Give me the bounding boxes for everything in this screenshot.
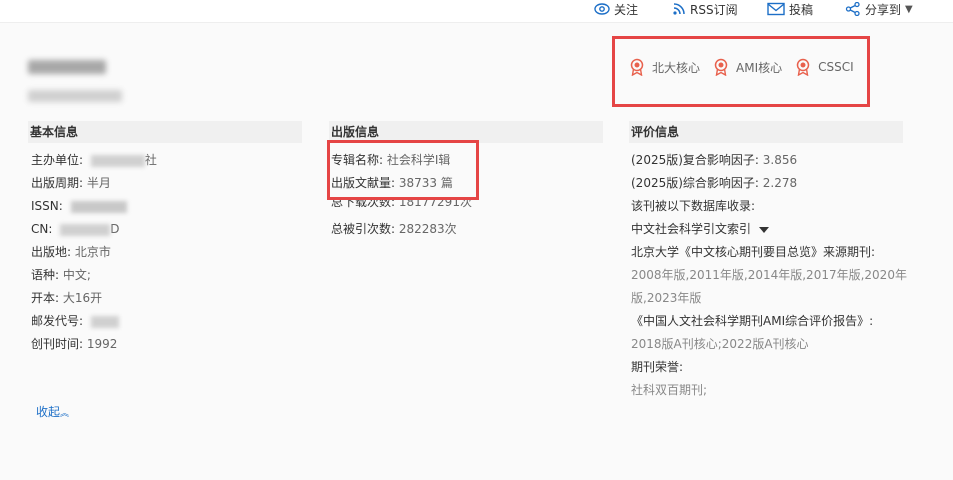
row-period: 出版周期: 半月 <box>31 176 111 190</box>
ami-report-label: 《中国人文社会科学期刊AMI综合评价报告》: <box>631 314 874 328</box>
section-basic-info: 基本信息 <box>28 121 302 143</box>
cn-redacted <box>60 223 111 236</box>
rss-label: RSS订阅 <box>690 2 738 17</box>
row-format: 开本: 大16开 <box>31 291 103 305</box>
row-place: 出版地: 北京市 <box>31 245 111 259</box>
rss-icon <box>673 3 685 15</box>
cssci-dropdown[interactable]: 中文社会科学引文索引 <box>631 220 769 238</box>
pku-years-line2: 版,2023年版 <box>631 291 702 305</box>
postal-redacted <box>90 315 119 328</box>
honors-label: 期刊荣誉: <box>631 360 684 374</box>
double-chevron-up-icon: ︽ <box>60 409 70 419</box>
pku-core-label: 北京大学《中文核心期刊要目总览》来源期刊: <box>631 245 876 259</box>
share-label: 分享到 <box>865 2 902 17</box>
mail-icon <box>767 2 785 16</box>
row-cn: CN: D <box>31 222 120 236</box>
journal-title-redacted <box>28 60 106 74</box>
caret-down-icon <box>758 226 769 233</box>
ami-years: 2018版A刊核心;2022版A刊核心 <box>631 337 809 351</box>
row-issn: ISSN: <box>31 197 127 215</box>
row-composite-if: (2025版)复合影响因子: 3.856 <box>631 153 798 167</box>
journal-subtitle-redacted <box>28 90 122 102</box>
eye-icon <box>594 3 610 15</box>
row-sponsor: 主办单位: 社 <box>31 153 157 167</box>
chevron-down-icon: ▼ <box>905 3 913 15</box>
section-eval-info: 评价信息 <box>629 121 903 143</box>
highlight-box-publish <box>327 140 479 200</box>
collapse-link[interactable]: 收起︽ <box>36 403 69 420</box>
row-founded: 创刊时间: 1992 <box>31 337 118 351</box>
submit-button[interactable]: 投稿 <box>767 0 813 18</box>
share-button[interactable]: 分享到 ▼ <box>845 0 913 18</box>
rss-button[interactable]: RSS订阅 <box>672 0 738 18</box>
share-icon <box>845 2 860 16</box>
top-toolbar: 关注 RSS订阅 投稿 分享到 ▼ <box>0 0 953 23</box>
row-language: 语种: 中文; <box>31 268 91 282</box>
follow-label: 关注 <box>614 2 639 17</box>
submit-label: 投稿 <box>789 2 814 17</box>
honors-value: 社科双百期刊; <box>631 383 708 397</box>
indexed-by-label: 该刊被以下数据库收录: <box>631 199 756 213</box>
row-postal-code: 邮发代号: <box>31 312 119 330</box>
row-citations: 总被引次数: 282283次 <box>331 222 457 236</box>
follow-button[interactable]: 关注 <box>594 0 638 18</box>
pku-years-line1: 2008年版,2011年版,2014年版,2017年版,2020年 <box>631 268 907 282</box>
row-comprehensive-if: (2025版)综合影响因子: 2.278 <box>631 176 798 190</box>
highlight-box-badges <box>612 36 870 107</box>
sponsor-redacted <box>90 154 145 167</box>
issn-redacted <box>70 200 127 213</box>
